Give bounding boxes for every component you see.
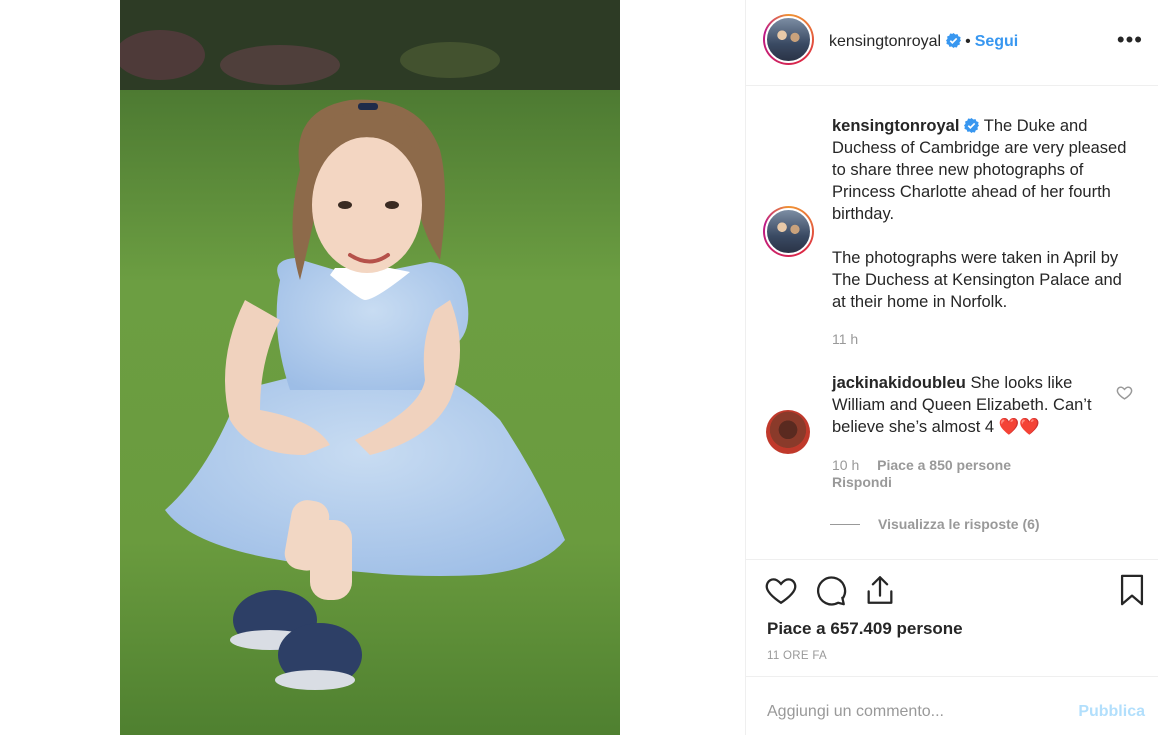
- post-likes-count[interactable]: Piace a 657.409 persone: [767, 619, 963, 639]
- comment-item: jackinakidoubleu She looks like William …: [832, 372, 1102, 438]
- comment-username[interactable]: jackinakidoubleu: [832, 374, 966, 392]
- view-replies-label: Visualizza le risposte (6): [878, 516, 1040, 532]
- bookmark-icon[interactable]: [1115, 573, 1149, 607]
- caption-author-avatar[interactable]: [763, 206, 814, 257]
- reply-button[interactable]: Rispondi: [832, 474, 892, 490]
- comment-timestamp[interactable]: 10 h: [832, 457, 859, 473]
- caption-username[interactable]: kensingtonroyal: [832, 117, 959, 135]
- post-side-panel: kensingtonroyal • Segui ••• kensingtonroya…: [745, 0, 1158, 735]
- comment-likes[interactable]: Piace a 850 persone: [877, 457, 1011, 473]
- verified-badge-icon: [946, 33, 962, 48]
- comment-bubble-icon[interactable]: [814, 573, 848, 607]
- like-heart-icon[interactable]: [764, 573, 798, 607]
- header-author: kensingtonroyal • Segui: [829, 31, 1018, 51]
- post-image[interactable]: [120, 0, 620, 735]
- author-username[interactable]: kensingtonroyal: [829, 33, 941, 50]
- caption-timestamp[interactable]: 11 h: [832, 331, 858, 347]
- post-time-ago[interactable]: 11 ORE FA: [767, 650, 827, 662]
- follow-button[interactable]: Segui: [975, 33, 1019, 50]
- commenter-avatar[interactable]: [766, 410, 810, 454]
- post-caption: kensingtonroyal The Duke and Duchess of …: [832, 115, 1132, 313]
- comment-emoji: ❤️❤️: [998, 418, 1040, 436]
- view-replies-button[interactable]: Visualizza le risposte (6): [830, 516, 1040, 532]
- caption-paragraph-2: The photographs were taken in April by T…: [832, 249, 1122, 311]
- replies-divider: [830, 524, 860, 525]
- add-comment-bar: Aggiungi un commento... Pubblica: [746, 676, 1158, 736]
- header-separator: •: [965, 33, 971, 50]
- post-photo-illustration: [120, 0, 620, 735]
- comment-input[interactable]: Aggiungi un commento...: [767, 703, 1057, 721]
- author-avatar[interactable]: [763, 14, 814, 65]
- post-header: kensingtonroyal • Segui •••: [746, 0, 1158, 86]
- more-options-icon[interactable]: •••: [1117, 29, 1143, 51]
- share-icon[interactable]: [863, 573, 897, 607]
- verified-badge-icon: [964, 118, 980, 133]
- comment-like-heart-icon[interactable]: [1116, 384, 1133, 401]
- publish-button[interactable]: Pubblica: [1078, 703, 1145, 721]
- post-actions: Piace a 657.409 persone 11 ORE FA: [746, 559, 1158, 677]
- comment-meta: 10 h Piace a 850 persone: [832, 457, 1025, 473]
